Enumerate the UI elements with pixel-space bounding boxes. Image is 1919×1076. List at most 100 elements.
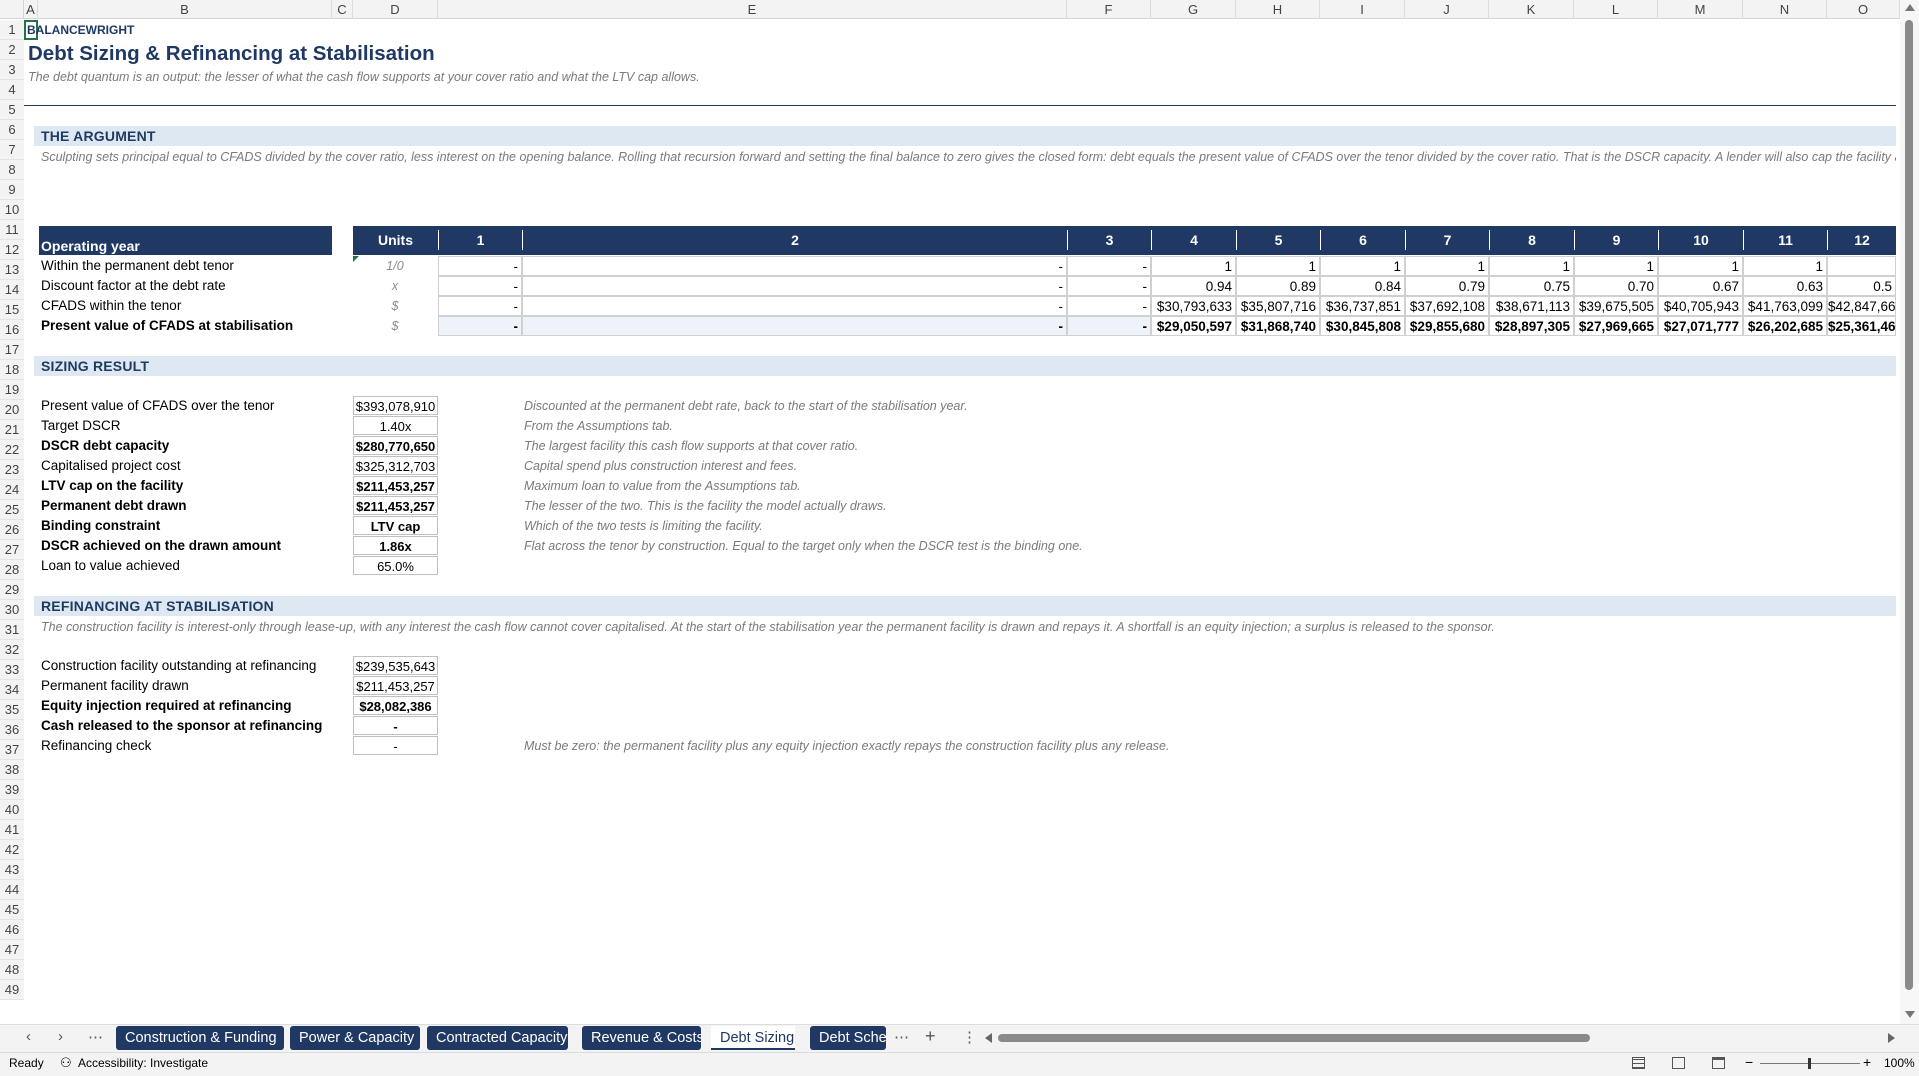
- timeline-cell[interactable]: [1827, 256, 1896, 276]
- timeline-cell[interactable]: 1: [1743, 256, 1827, 276]
- select-all-corner[interactable]: [0, 0, 24, 19]
- row-header-7[interactable]: 7: [0, 140, 24, 160]
- row-header-33[interactable]: 33: [0, 660, 24, 680]
- zoom-level[interactable]: 100%: [1884, 1053, 1915, 1073]
- refi-value[interactable]: -: [353, 716, 438, 735]
- timeline-cell[interactable]: $30,793,633: [1151, 296, 1236, 316]
- row-header-4[interactable]: 4: [0, 80, 24, 100]
- row-header-42[interactable]: 42: [0, 840, 24, 860]
- row-header-5[interactable]: 5: [0, 100, 24, 120]
- column-header-a[interactable]: A: [24, 0, 38, 19]
- row-header-49[interactable]: 49: [0, 980, 24, 1000]
- row-header-38[interactable]: 38: [0, 760, 24, 780]
- column-header-i[interactable]: I: [1320, 0, 1405, 19]
- column-header-d[interactable]: D: [353, 0, 438, 19]
- more-tabs-icon[interactable]: ⋯: [894, 1028, 909, 1046]
- row-header-9[interactable]: 9: [0, 180, 24, 200]
- scroll-down-arrow[interactable]: [1905, 1011, 1915, 1018]
- row-header-44[interactable]: 44: [0, 880, 24, 900]
- row-header-41[interactable]: 41: [0, 820, 24, 840]
- column-header-b[interactable]: B: [38, 0, 332, 19]
- row-header-15[interactable]: 15: [0, 300, 24, 320]
- refi-value[interactable]: -: [353, 736, 438, 755]
- timeline-cell[interactable]: -: [522, 276, 1067, 296]
- timeline-cell[interactable]: -: [438, 296, 522, 316]
- sheet-tab-5[interactable]: Debt Sche: [810, 1026, 886, 1050]
- more-sheets-icon[interactable]: ⋯: [88, 1028, 103, 1046]
- timeline-cell[interactable]: -: [522, 316, 1067, 336]
- row-header-36[interactable]: 36: [0, 720, 24, 740]
- sizing-value[interactable]: $280,770,650: [353, 436, 438, 455]
- row-header-39[interactable]: 39: [0, 780, 24, 800]
- timeline-cell[interactable]: -: [1067, 276, 1151, 296]
- timeline-cell[interactable]: 1: [1574, 256, 1658, 276]
- timeline-cell[interactable]: 0.84: [1320, 276, 1405, 296]
- next-sheet-arrow[interactable]: ›: [58, 1028, 63, 1045]
- accessibility-status[interactable]: Accessibility: Investigate: [78, 1053, 208, 1073]
- row-header-14[interactable]: 14: [0, 280, 24, 300]
- refi-value[interactable]: $239,535,643: [353, 656, 438, 675]
- timeline-cell[interactable]: 0.63: [1743, 276, 1827, 296]
- timeline-cell[interactable]: 0.79: [1405, 276, 1489, 296]
- sheet-tab-1[interactable]: Power & Capacity: [290, 1026, 420, 1050]
- timeline-cell[interactable]: -: [438, 316, 522, 336]
- sizing-value[interactable]: $211,453,257: [353, 476, 438, 495]
- sheet-tab-2[interactable]: Contracted Capacity: [427, 1026, 568, 1050]
- row-header-13[interactable]: 13: [0, 260, 24, 280]
- sheet-tab-0[interactable]: Construction & Funding: [116, 1026, 284, 1050]
- row-header-17[interactable]: 17: [0, 340, 24, 360]
- vertical-scrollbar[interactable]: [1900, 0, 1919, 1024]
- timeline-cell[interactable]: -: [522, 256, 1067, 276]
- column-header-f[interactable]: F: [1067, 0, 1151, 19]
- row-header-32[interactable]: 32: [0, 640, 24, 660]
- row-header-21[interactable]: 21: [0, 420, 24, 440]
- row-header-18[interactable]: 18: [0, 360, 24, 380]
- column-header-m[interactable]: M: [1658, 0, 1743, 19]
- row-header-24[interactable]: 24: [0, 480, 24, 500]
- sizing-value[interactable]: $325,312,703: [353, 456, 438, 475]
- timeline-cell[interactable]: 0.70: [1574, 276, 1658, 296]
- sizing-value[interactable]: $211,453,257: [353, 496, 438, 515]
- timeline-cell[interactable]: $39,675,505: [1574, 296, 1658, 316]
- timeline-cell[interactable]: $26,202,685: [1743, 316, 1827, 336]
- row-header-31[interactable]: 31: [0, 620, 24, 640]
- timeline-cell[interactable]: 1: [1236, 256, 1320, 276]
- zoom-out-icon[interactable]: −: [1745, 1052, 1753, 1072]
- timeline-cell[interactable]: $27,969,665: [1574, 316, 1658, 336]
- column-header-h[interactable]: H: [1236, 0, 1320, 19]
- row-header-23[interactable]: 23: [0, 460, 24, 480]
- zoom-slider-handle[interactable]: [1808, 1058, 1811, 1069]
- sheet-options-icon[interactable]: ⋮: [962, 1028, 977, 1046]
- row-header-46[interactable]: 46: [0, 920, 24, 940]
- row-header-6[interactable]: 6: [0, 120, 24, 140]
- row-header-1[interactable]: 1: [0, 20, 24, 40]
- timeline-cell[interactable]: $35,807,716: [1236, 296, 1320, 316]
- timeline-cell[interactable]: 1: [1658, 256, 1743, 276]
- row-header-29[interactable]: 29: [0, 580, 24, 600]
- timeline-cell[interactable]: 0.5: [1827, 276, 1896, 296]
- page-break-icon[interactable]: [1712, 1057, 1725, 1069]
- sizing-value[interactable]: 65.0%: [353, 556, 438, 575]
- timeline-cell[interactable]: $30,845,808: [1320, 316, 1405, 336]
- column-header-e[interactable]: E: [438, 0, 1067, 19]
- column-header-n[interactable]: N: [1743, 0, 1827, 19]
- row-header-26[interactable]: 26: [0, 520, 24, 540]
- prev-sheet-arrow[interactable]: ‹: [26, 1028, 31, 1045]
- sizing-value[interactable]: 1.86x: [353, 536, 438, 555]
- row-header-45[interactable]: 45: [0, 900, 24, 920]
- timeline-cell[interactable]: $28,897,305: [1489, 316, 1574, 336]
- timeline-cell[interactable]: -: [1067, 296, 1151, 316]
- row-header-47[interactable]: 47: [0, 940, 24, 960]
- timeline-cell[interactable]: 1: [1489, 256, 1574, 276]
- row-header-10[interactable]: 10: [0, 200, 24, 220]
- row-header-11[interactable]: 11: [0, 220, 24, 240]
- sizing-value[interactable]: 1.40x: [353, 416, 438, 435]
- row-header-16[interactable]: 16: [0, 320, 24, 340]
- row-header-30[interactable]: 30: [0, 600, 24, 620]
- zoom-in-icon[interactable]: +: [1863, 1052, 1871, 1072]
- column-header-g[interactable]: G: [1151, 0, 1236, 19]
- timeline-cell[interactable]: $31,868,740: [1236, 316, 1320, 336]
- horizontal-scroll-right-arrow[interactable]: [1888, 1033, 1895, 1043]
- sheet-tab-3[interactable]: Revenue & Costs: [582, 1026, 701, 1050]
- add-sheet-icon[interactable]: +: [925, 1026, 936, 1047]
